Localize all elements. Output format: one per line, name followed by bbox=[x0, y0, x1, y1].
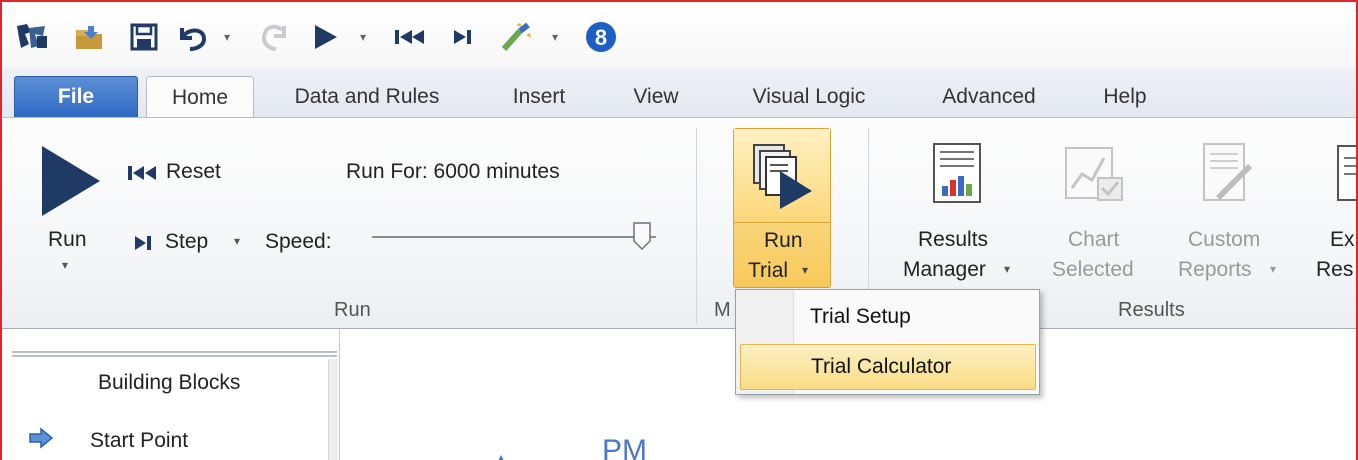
chart-selected-icon[interactable] bbox=[1064, 142, 1128, 209]
run-icon[interactable] bbox=[308, 20, 342, 54]
canvas-object-label[interactable]: PM bbox=[602, 434, 647, 460]
custom-reports-label-line1[interactable]: Custom bbox=[1188, 228, 1260, 252]
save-icon[interactable] bbox=[126, 20, 162, 54]
run-trial-dropdown-icon[interactable]: ▾ bbox=[802, 263, 808, 277]
chart-selected-label-line1[interactable]: Chart bbox=[1068, 228, 1119, 252]
panel-grip[interactable] bbox=[12, 351, 337, 357]
run-button-label[interactable]: Run bbox=[48, 228, 87, 252]
list-item[interactable] bbox=[28, 427, 54, 454]
group-divider bbox=[696, 128, 697, 324]
step-dropdown-icon[interactable]: ▾ bbox=[234, 234, 240, 248]
model-group-label: M bbox=[714, 299, 731, 321]
open-folder-icon[interactable] bbox=[72, 20, 108, 54]
tab-file[interactable]: File bbox=[14, 76, 138, 118]
redo-icon[interactable] bbox=[256, 20, 292, 54]
svg-text:8: 8 bbox=[595, 25, 607, 50]
wand-icon[interactable] bbox=[496, 20, 536, 54]
results-manager-label-line2[interactable]: Manager bbox=[903, 258, 986, 282]
building-blocks-title: Building Blocks bbox=[98, 371, 241, 394]
tab-advanced[interactable]: Advanced bbox=[914, 76, 1064, 118]
panel-scrollbar[interactable] bbox=[328, 359, 338, 460]
tab-insert[interactable]: Insert bbox=[492, 76, 586, 118]
app-logo-icon[interactable] bbox=[14, 20, 50, 54]
tab-home[interactable]: Home bbox=[146, 76, 254, 119]
run-trial-button[interactable]: Run Trial ▾ bbox=[733, 128, 831, 288]
menu-item-trial-calculator[interactable]: Trial Calculator bbox=[740, 344, 1036, 390]
run-button[interactable] bbox=[38, 144, 102, 223]
tab-help[interactable]: Help bbox=[1086, 76, 1164, 118]
run-trial-dropdown-menu: Trial Setup Trial Calculator bbox=[735, 289, 1040, 395]
canvas-connector-icon bbox=[496, 452, 506, 460]
arrow-right-icon bbox=[29, 427, 54, 449]
menu-item-trial-setup[interactable]: Trial Setup bbox=[740, 294, 1036, 340]
tab-visual-logic[interactable]: Visual Logic bbox=[726, 76, 892, 118]
custom-reports-label-line2[interactable]: Reports bbox=[1178, 258, 1252, 282]
version-badge-icon[interactable]: 8 bbox=[582, 20, 620, 54]
tab-view[interactable]: View bbox=[608, 76, 704, 118]
reset-button[interactable]: Reset bbox=[166, 160, 221, 184]
run-for-label[interactable]: Run For: 6000 minutes bbox=[346, 160, 560, 184]
run-trial-icon bbox=[753, 144, 812, 209]
custom-reports-icon[interactable] bbox=[1198, 142, 1254, 209]
start-point-item[interactable]: Start Point bbox=[90, 429, 188, 453]
tab-data-and-rules[interactable]: Data and Rules bbox=[270, 76, 464, 118]
results-manager-label-line1[interactable]: Results bbox=[918, 228, 988, 252]
undo-icon[interactable] bbox=[174, 20, 212, 54]
speed-slider-track[interactable] bbox=[372, 236, 656, 238]
undo-dropdown-icon[interactable]: ▾ bbox=[220, 20, 234, 54]
step-button-icon[interactable] bbox=[132, 234, 156, 257]
chart-selected-label-line2[interactable]: Selected bbox=[1052, 258, 1134, 282]
run-trial-label-line1: Run bbox=[764, 229, 803, 252]
reset-button-icon[interactable] bbox=[126, 164, 160, 187]
run-dropdown-icon[interactable]: ▾ bbox=[62, 258, 68, 272]
run-trial-label-line2: Trial bbox=[748, 259, 789, 282]
ribbon-panel: Run M Results bbox=[2, 117, 1356, 329]
speed-slider-thumb[interactable] bbox=[632, 221, 652, 251]
step-icon[interactable] bbox=[448, 20, 478, 54]
results-group-label: Results bbox=[1118, 299, 1185, 321]
export-results-label-line1[interactable]: Ex bbox=[1330, 228, 1355, 252]
run-dropdown-icon[interactable]: ▾ bbox=[356, 20, 370, 54]
ribbon-tab-bar: File Home Data and Rules Insert View Vis… bbox=[2, 68, 1356, 119]
run-trial-icon-area[interactable] bbox=[734, 129, 830, 223]
wand-dropdown-icon[interactable]: ▾ bbox=[548, 20, 562, 54]
export-results-icon[interactable] bbox=[1336, 144, 1356, 209]
step-button[interactable]: Step bbox=[165, 230, 208, 254]
export-results-label-line2[interactable]: Res bbox=[1316, 258, 1353, 282]
results-manager-dropdown-icon[interactable]: ▾ bbox=[1004, 262, 1010, 276]
building-blocks-panel: Building Blocks Start Point bbox=[2, 329, 340, 460]
speed-label: Speed: bbox=[265, 230, 332, 253]
application-window: ▾ ▾ ▾ 8 File Home Data and Rules Insert … bbox=[0, 0, 1358, 460]
results-manager-icon[interactable] bbox=[932, 142, 982, 209]
reset-icon[interactable] bbox=[390, 20, 430, 54]
custom-reports-dropdown-icon[interactable]: ▾ bbox=[1270, 262, 1276, 276]
quick-access-toolbar: ▾ ▾ ▾ 8 bbox=[2, 4, 1356, 68]
run-group-label: Run bbox=[334, 299, 371, 321]
